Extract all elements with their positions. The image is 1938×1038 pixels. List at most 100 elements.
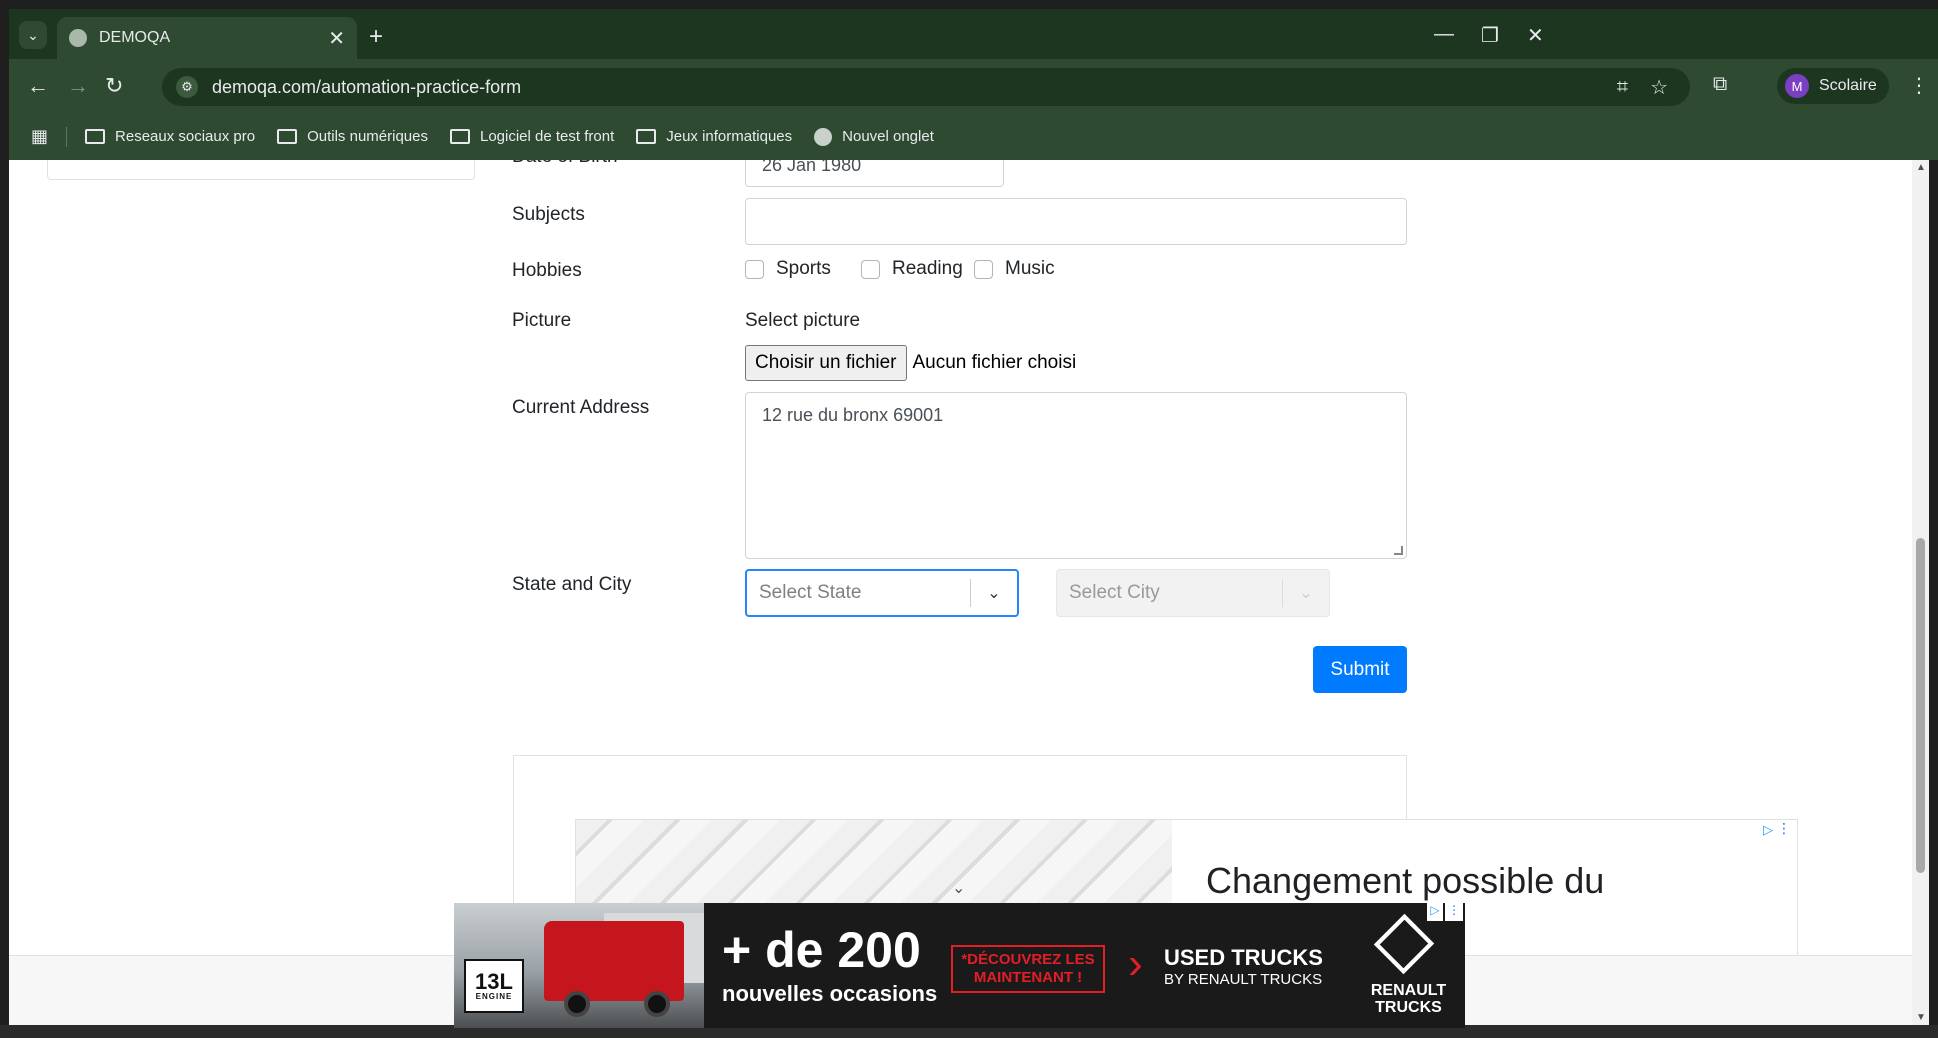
dob-label: Date of Birth — [512, 160, 618, 168]
bookmark-logiciel-test[interactable]: Logiciel de test front — [449, 128, 615, 145]
bookmark-label: Jeux informatiques — [666, 128, 793, 145]
scroll-down-icon[interactable]: ▼ — [1916, 1012, 1926, 1023]
banner-brand: RENAULT TRUCKS — [1370, 982, 1447, 1016]
subjects-input[interactable] — [745, 198, 1407, 245]
wheel-icon — [564, 991, 590, 1017]
profile-button[interactable]: M Scolaire — [1777, 68, 1889, 104]
browser-toolbar: ← → ↻ ⚙ demoqa.com/automation-practice-f… — [9, 59, 1938, 113]
hobby-reading[interactable]: Reading — [861, 258, 963, 280]
picture-label: Picture — [512, 310, 572, 331]
folder-icon — [277, 129, 298, 144]
chevron-down-icon[interactable]: ⌄ — [1283, 583, 1329, 603]
page-viewport: Date of Birth 26 Jan 1980 Subjects Hobbi… — [9, 160, 1920, 1025]
sports-checkbox[interactable] — [745, 259, 764, 279]
resize-handle-icon[interactable] — [1394, 546, 1403, 555]
state-select[interactable]: Select State ⌄ — [745, 569, 1019, 617]
address-label: Current Address — [512, 397, 650, 418]
engine-badge: 13L ENGINE — [464, 959, 524, 1013]
folder-icon — [449, 129, 470, 144]
back-arrow-icon[interactable]: ← — [27, 73, 49, 99]
extensions-puzzle-icon[interactable]: ⧉ — [1713, 73, 1727, 96]
hobby-label: Sports — [776, 258, 831, 279]
banner-by-text: BY RENAULT TRUCKS — [1164, 971, 1323, 988]
new-tab-button[interactable]: + — [369, 23, 383, 51]
banner-used-trucks: USED TRUCKS — [1164, 945, 1323, 970]
site-info-icon[interactable]: ⚙ — [176, 76, 198, 98]
tab-title: DEMOQA — [99, 29, 171, 46]
bookmark-label: Outils numériques — [307, 128, 428, 145]
submit-button[interactable]: Submit — [1313, 646, 1407, 693]
ad-menu-icon[interactable]: ⋮ — [1777, 820, 1791, 837]
reading-checkbox[interactable] — [861, 259, 880, 279]
bookmark-nouvel-onglet[interactable]: Nouvel onglet — [814, 127, 934, 146]
adchoices-icon[interactable]: ▷ — [1427, 903, 1443, 921]
chevron-right-icon: › — [1128, 939, 1143, 988]
chevron-down-icon: ⌄ — [952, 880, 966, 897]
browser-chrome: ⌄ DEMOQA ✕ + — ❐ ✕ ← → ↻ ⚙ demoqa.com/au… — [9, 9, 1938, 160]
bookmark-jeux[interactable]: Jeux informatiques — [636, 128, 792, 145]
adchoices-icon[interactable]: ▷ — [1763, 822, 1773, 838]
subjects-label: Subjects — [512, 204, 585, 225]
dob-input[interactable]: 26 Jan 1980 — [745, 160, 1004, 187]
site-globe-icon — [69, 29, 87, 47]
chevron-down-icon[interactable]: ⌄ — [971, 583, 1017, 603]
renault-logo-icon — [1373, 913, 1435, 975]
tab-close-icon[interactable]: ✕ — [328, 26, 345, 51]
hobby-label: Music — [1005, 258, 1055, 279]
music-checkbox[interactable] — [974, 259, 993, 279]
renault-banner-ad[interactable]: 13L ENGINE + de 200 nouvelles occasions … — [454, 903, 1465, 1028]
minimize-button[interactable]: — — [1434, 23, 1454, 46]
bookmark-label: Logiciel de test front — [479, 128, 615, 145]
tab-strip: ⌄ DEMOQA ✕ + — ❐ ✕ — [9, 9, 1938, 59]
globe-icon — [814, 127, 833, 146]
city-placeholder: Select City — [1069, 582, 1160, 603]
scrollbar[interactable]: ▲ ▼ — [1912, 160, 1929, 1025]
bookmark-label: Nouvel onglet — [842, 128, 934, 145]
file-status: Aucun fichier choisi — [912, 352, 1077, 373]
bookmark-label: Reseaux sociaux pro — [115, 128, 256, 145]
hobby-music[interactable]: Music — [974, 258, 1055, 280]
wheel-icon — [644, 991, 670, 1017]
bookmark-star-icon[interactable]: ☆ — [1650, 75, 1668, 100]
sidebar-card — [47, 160, 475, 180]
url-text[interactable]: demoqa.com/automation-practice-form — [212, 77, 1617, 98]
scroll-thumb[interactable] — [1916, 538, 1925, 873]
translate-icon[interactable]: ⌗ — [1617, 76, 1628, 99]
banner-sub-text: nouvelles occasions — [722, 981, 938, 1006]
folder-icon — [85, 129, 106, 144]
hobbies-label: Hobbies — [512, 260, 582, 281]
scroll-up-icon[interactable]: ▲ — [1916, 162, 1926, 173]
folder-icon — [636, 129, 657, 144]
bookmark-reseaux-sociaux[interactable]: Reseaux sociaux pro — [85, 128, 255, 145]
tab-demoqa[interactable]: DEMOQA ✕ — [57, 17, 357, 59]
engine-small: ENGINE — [475, 992, 513, 1001]
restore-button[interactable]: ❐ — [1481, 23, 1499, 48]
reload-icon[interactable]: ↻ — [105, 73, 123, 99]
state-city-label: State and City — [512, 574, 632, 595]
avatar: M — [1785, 74, 1809, 98]
ad-headline: Changement possible du — [1206, 860, 1605, 901]
tab-search-button[interactable]: ⌄ — [19, 21, 47, 49]
choose-file-button[interactable]: Choisir un fichier — [745, 345, 907, 381]
engine-big: 13L — [475, 969, 513, 994]
apps-grid-icon[interactable]: ▦ — [31, 126, 48, 147]
profile-name: Scolaire — [1819, 77, 1877, 94]
ad-menu-icon[interactable]: ⋮ — [1445, 903, 1463, 921]
address-bar[interactable]: ⚙ demoqa.com/automation-practice-form ⌗ … — [162, 68, 1690, 106]
state-placeholder: Select State — [759, 582, 862, 603]
forward-arrow-icon[interactable]: → — [67, 73, 89, 99]
banner-cta-button[interactable]: *DÉCOUVREZ LES MAINTENANT ! — [951, 945, 1105, 993]
city-select[interactable]: Select City ⌄ — [1056, 569, 1330, 617]
select-picture-text: Select picture — [745, 310, 861, 331]
current-address-textarea[interactable]: 12 rue du bronx 69001 — [745, 392, 1407, 559]
bookmarks-bar: ▦ Reseaux sociaux pro Outils numériques … — [9, 113, 1938, 160]
bookmark-outils-numeriques[interactable]: Outils numériques — [277, 128, 428, 145]
file-upload: Choisir un fichier Aucun fichier choisi — [745, 345, 1076, 381]
hobby-label: Reading — [892, 258, 963, 279]
close-window-button[interactable]: ✕ — [1527, 23, 1544, 48]
address-text: 12 rue du bronx 69001 — [762, 405, 944, 425]
banner-big-text: + de 200 — [722, 922, 921, 978]
truck-image — [544, 921, 684, 1001]
more-menu-icon[interactable]: ⋮ — [1909, 73, 1929, 98]
hobby-sports[interactable]: Sports — [745, 258, 831, 280]
